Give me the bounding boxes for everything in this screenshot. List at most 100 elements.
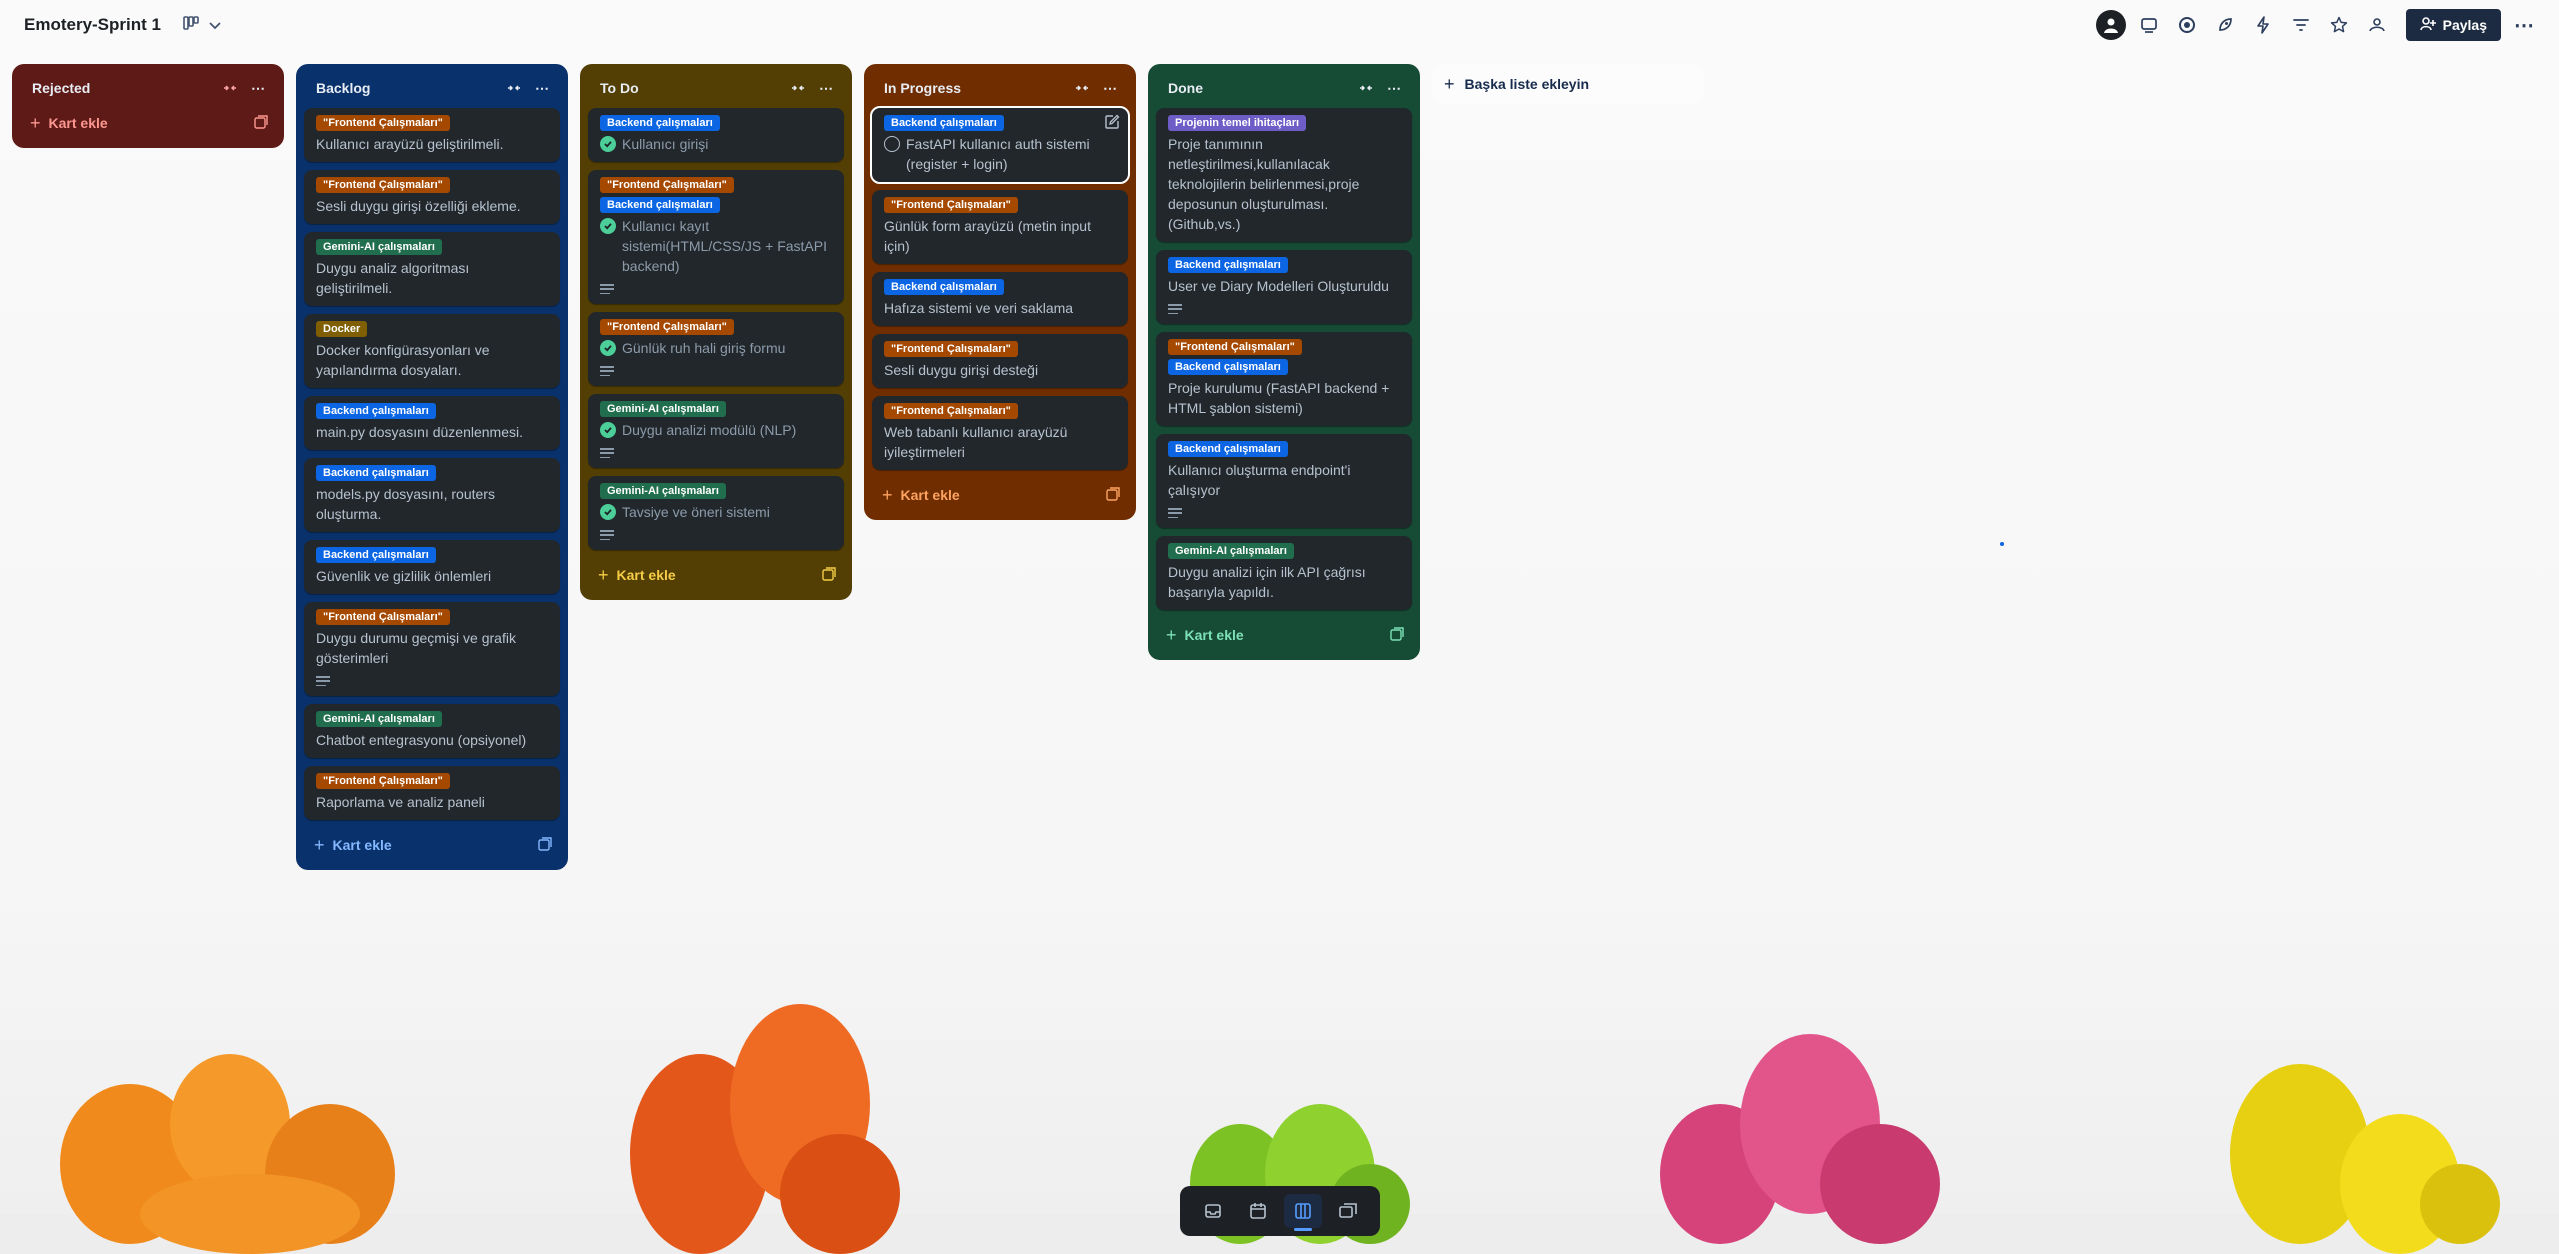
card-title: Docker konfigürasyonları ve yapılandırma… bbox=[316, 342, 490, 378]
card[interactable]: Backend çalışmaları Kullanıcı oluşturma … bbox=[1156, 434, 1412, 528]
card-label: Gemini-AI çalışmaları bbox=[600, 401, 726, 417]
list-title[interactable]: Done bbox=[1168, 80, 1350, 96]
visibility-icon[interactable] bbox=[2362, 10, 2392, 40]
add-list-button[interactable]: + Başka liste ekleyin bbox=[1432, 64, 1704, 104]
list-header[interactable]: Done ⋯ bbox=[1154, 70, 1414, 106]
card[interactable]: "Frontend Çalışmaları" Raporlama ve anal… bbox=[304, 766, 560, 820]
card-label: "Frontend Çalışmaları" bbox=[1168, 339, 1302, 355]
add-card-label: Kart ekle bbox=[616, 567, 676, 583]
automation-bolt-icon[interactable] bbox=[2248, 10, 2278, 40]
card-title: Duygu durumu geçmişi ve grafik gösteriml… bbox=[316, 630, 516, 666]
card[interactable]: Gemini-AI çalışmaları Duygu analizi modü… bbox=[588, 394, 844, 468]
card[interactable]: Backend çalışmaları FastAPI kullanıcı au… bbox=[870, 106, 1130, 184]
card-template-icon[interactable] bbox=[254, 115, 270, 131]
list-title[interactable]: Backlog bbox=[316, 80, 498, 96]
card[interactable]: "Frontend Çalışmaları" Günlük form arayü… bbox=[872, 190, 1128, 264]
card-label: Backend çalışmaları bbox=[1168, 441, 1288, 457]
card-label: "Frontend Çalışmaları" bbox=[316, 773, 450, 789]
card-template-icon[interactable] bbox=[1390, 627, 1406, 643]
list-title[interactable]: Rejected bbox=[32, 80, 214, 96]
card-title: Tavsiye ve öneri sistemi bbox=[622, 504, 770, 520]
view-switcher-bar bbox=[1180, 1186, 1380, 1236]
plus-icon: + bbox=[1166, 625, 1177, 645]
card[interactable]: Backend çalışmaları Güvenlik ve gizlilik… bbox=[304, 540, 560, 594]
description-icon bbox=[1168, 508, 1182, 518]
card-template-icon[interactable] bbox=[538, 837, 554, 853]
complete-check-icon[interactable] bbox=[600, 136, 616, 152]
card[interactable]: Backend çalışmaları Kullanıcı girişi bbox=[588, 108, 844, 162]
switch-boards-icon[interactable] bbox=[1329, 1194, 1367, 1228]
filter-icon[interactable] bbox=[2286, 10, 2316, 40]
list-rejected: Rejected ⋯ + Kart ekle bbox=[12, 64, 284, 148]
description-icon bbox=[600, 284, 614, 294]
card[interactable]: Projenin temel ihitaçları Proje tanımını… bbox=[1156, 108, 1412, 242]
card[interactable]: Backend çalışmaları User ve Diary Modell… bbox=[1156, 250, 1412, 324]
list-header[interactable]: Backlog ⋯ bbox=[302, 70, 562, 106]
list-menu-icon[interactable]: ⋯ bbox=[1098, 76, 1122, 100]
card[interactable]: "Frontend Çalışmaları" Sesli duygu giriş… bbox=[872, 334, 1128, 388]
card[interactable]: Docker Docker konfigürasyonları ve yapıl… bbox=[304, 314, 560, 388]
card-title: Kullanıcı kayıt sistemi(HTML/CSS/JS + Fa… bbox=[622, 218, 827, 274]
list-title[interactable]: To Do bbox=[600, 80, 782, 96]
list-header[interactable]: Rejected ⋯ bbox=[18, 70, 278, 106]
add-card-button[interactable]: + Kart ekle bbox=[586, 558, 846, 592]
board-view-switcher[interactable] bbox=[183, 16, 221, 34]
member-avatar[interactable] bbox=[2095, 10, 2126, 40]
complete-check-icon[interactable] bbox=[600, 218, 616, 234]
list-menu-icon[interactable]: ⋯ bbox=[1382, 76, 1406, 100]
card[interactable]: Backend çalışmaları Hafıza sistemi ve ve… bbox=[872, 272, 1128, 326]
card-label: Gemini-AI çalışmaları bbox=[1168, 543, 1294, 559]
calendar-icon[interactable] bbox=[1239, 1194, 1277, 1228]
card-title: Raporlama ve analiz paneli bbox=[316, 794, 485, 810]
card[interactable]: Gemini-AI çalışmaları Duygu analizi için… bbox=[1156, 536, 1412, 610]
complete-check-icon[interactable] bbox=[600, 504, 616, 520]
card-title: Günlük form arayüzü (metin input için) bbox=[884, 218, 1091, 254]
add-card-button[interactable]: + Kart ekle bbox=[302, 828, 562, 862]
card-template-icon[interactable] bbox=[1106, 487, 1122, 503]
incomplete-check-icon[interactable] bbox=[884, 136, 900, 152]
collapse-list-icon[interactable] bbox=[786, 76, 810, 100]
list-menu-icon[interactable]: ⋯ bbox=[246, 76, 270, 100]
card[interactable]: Gemini-AI çalışmaları Tavsiye ve öneri s… bbox=[588, 476, 844, 550]
board-title[interactable]: Emotery-Sprint 1 bbox=[24, 15, 161, 35]
complete-check-icon[interactable] bbox=[600, 340, 616, 356]
list-header[interactable]: To Do ⋯ bbox=[586, 70, 846, 106]
list-title[interactable]: In Progress bbox=[884, 80, 1066, 96]
add-card-button[interactable]: + Kart ekle bbox=[18, 106, 278, 140]
card[interactable]: Backend çalışmaları main.py dosyasını dü… bbox=[304, 396, 560, 450]
collapse-list-icon[interactable] bbox=[502, 76, 526, 100]
share-button[interactable]: Paylaş bbox=[2405, 9, 2501, 41]
list-menu-icon[interactable]: ⋯ bbox=[530, 76, 554, 100]
card-title: models.py dosyasını, routers oluşturma. bbox=[316, 486, 495, 522]
inbox-icon[interactable] bbox=[1194, 1194, 1232, 1228]
card[interactable]: "Frontend Çalışmaları" Backend çalışmala… bbox=[588, 170, 844, 304]
card-template-icon[interactable] bbox=[822, 567, 838, 583]
card-title: Duygu analizi için ilk API çağrısı başar… bbox=[1168, 564, 1366, 600]
add-card-button[interactable]: + Kart ekle bbox=[870, 478, 1130, 512]
collapse-list-icon[interactable] bbox=[218, 76, 242, 100]
card[interactable]: "Frontend Çalışmaları" Duygu durumu geçm… bbox=[304, 602, 560, 696]
card[interactable]: Gemini-AI çalışmaları Chatbot entegrasyo… bbox=[304, 704, 560, 758]
card[interactable]: "Frontend Çalışmaları" Sesli duygu giriş… bbox=[304, 170, 560, 224]
more-options-icon[interactable]: ⋯ bbox=[2509, 10, 2539, 40]
collapse-list-icon[interactable] bbox=[1070, 76, 1094, 100]
list-menu-icon[interactable]: ⋯ bbox=[814, 76, 838, 100]
star-icon[interactable] bbox=[2324, 10, 2354, 40]
card[interactable]: "Frontend Çalışmaları" Günlük ruh hali g… bbox=[588, 312, 844, 386]
card[interactable]: Backend çalışmaları models.py dosyasını,… bbox=[304, 458, 560, 532]
rocket-icon[interactable] bbox=[2210, 10, 2240, 40]
card[interactable]: Gemini-AI çalışmaları Duygu analiz algor… bbox=[304, 232, 560, 306]
power-ups-icon[interactable] bbox=[2134, 10, 2164, 40]
complete-check-icon[interactable] bbox=[600, 422, 616, 438]
chevron-down-icon bbox=[209, 17, 221, 34]
plus-icon: + bbox=[314, 835, 325, 855]
gemini-circle-icon[interactable] bbox=[2172, 10, 2202, 40]
collapse-list-icon[interactable] bbox=[1354, 76, 1378, 100]
add-card-button[interactable]: + Kart ekle bbox=[1154, 618, 1414, 652]
card[interactable]: "Frontend Çalışmaları" Kullanıcı arayüzü… bbox=[304, 108, 560, 162]
board-view-icon[interactable] bbox=[1283, 1194, 1322, 1231]
card[interactable]: "Frontend Çalışmaları" Backend çalışmala… bbox=[1156, 332, 1412, 426]
list-header[interactable]: In Progress ⋯ bbox=[870, 70, 1130, 106]
edit-card-icon[interactable] bbox=[1104, 114, 1120, 130]
card[interactable]: "Frontend Çalışmaları" Web tabanlı kulla… bbox=[872, 396, 1128, 470]
